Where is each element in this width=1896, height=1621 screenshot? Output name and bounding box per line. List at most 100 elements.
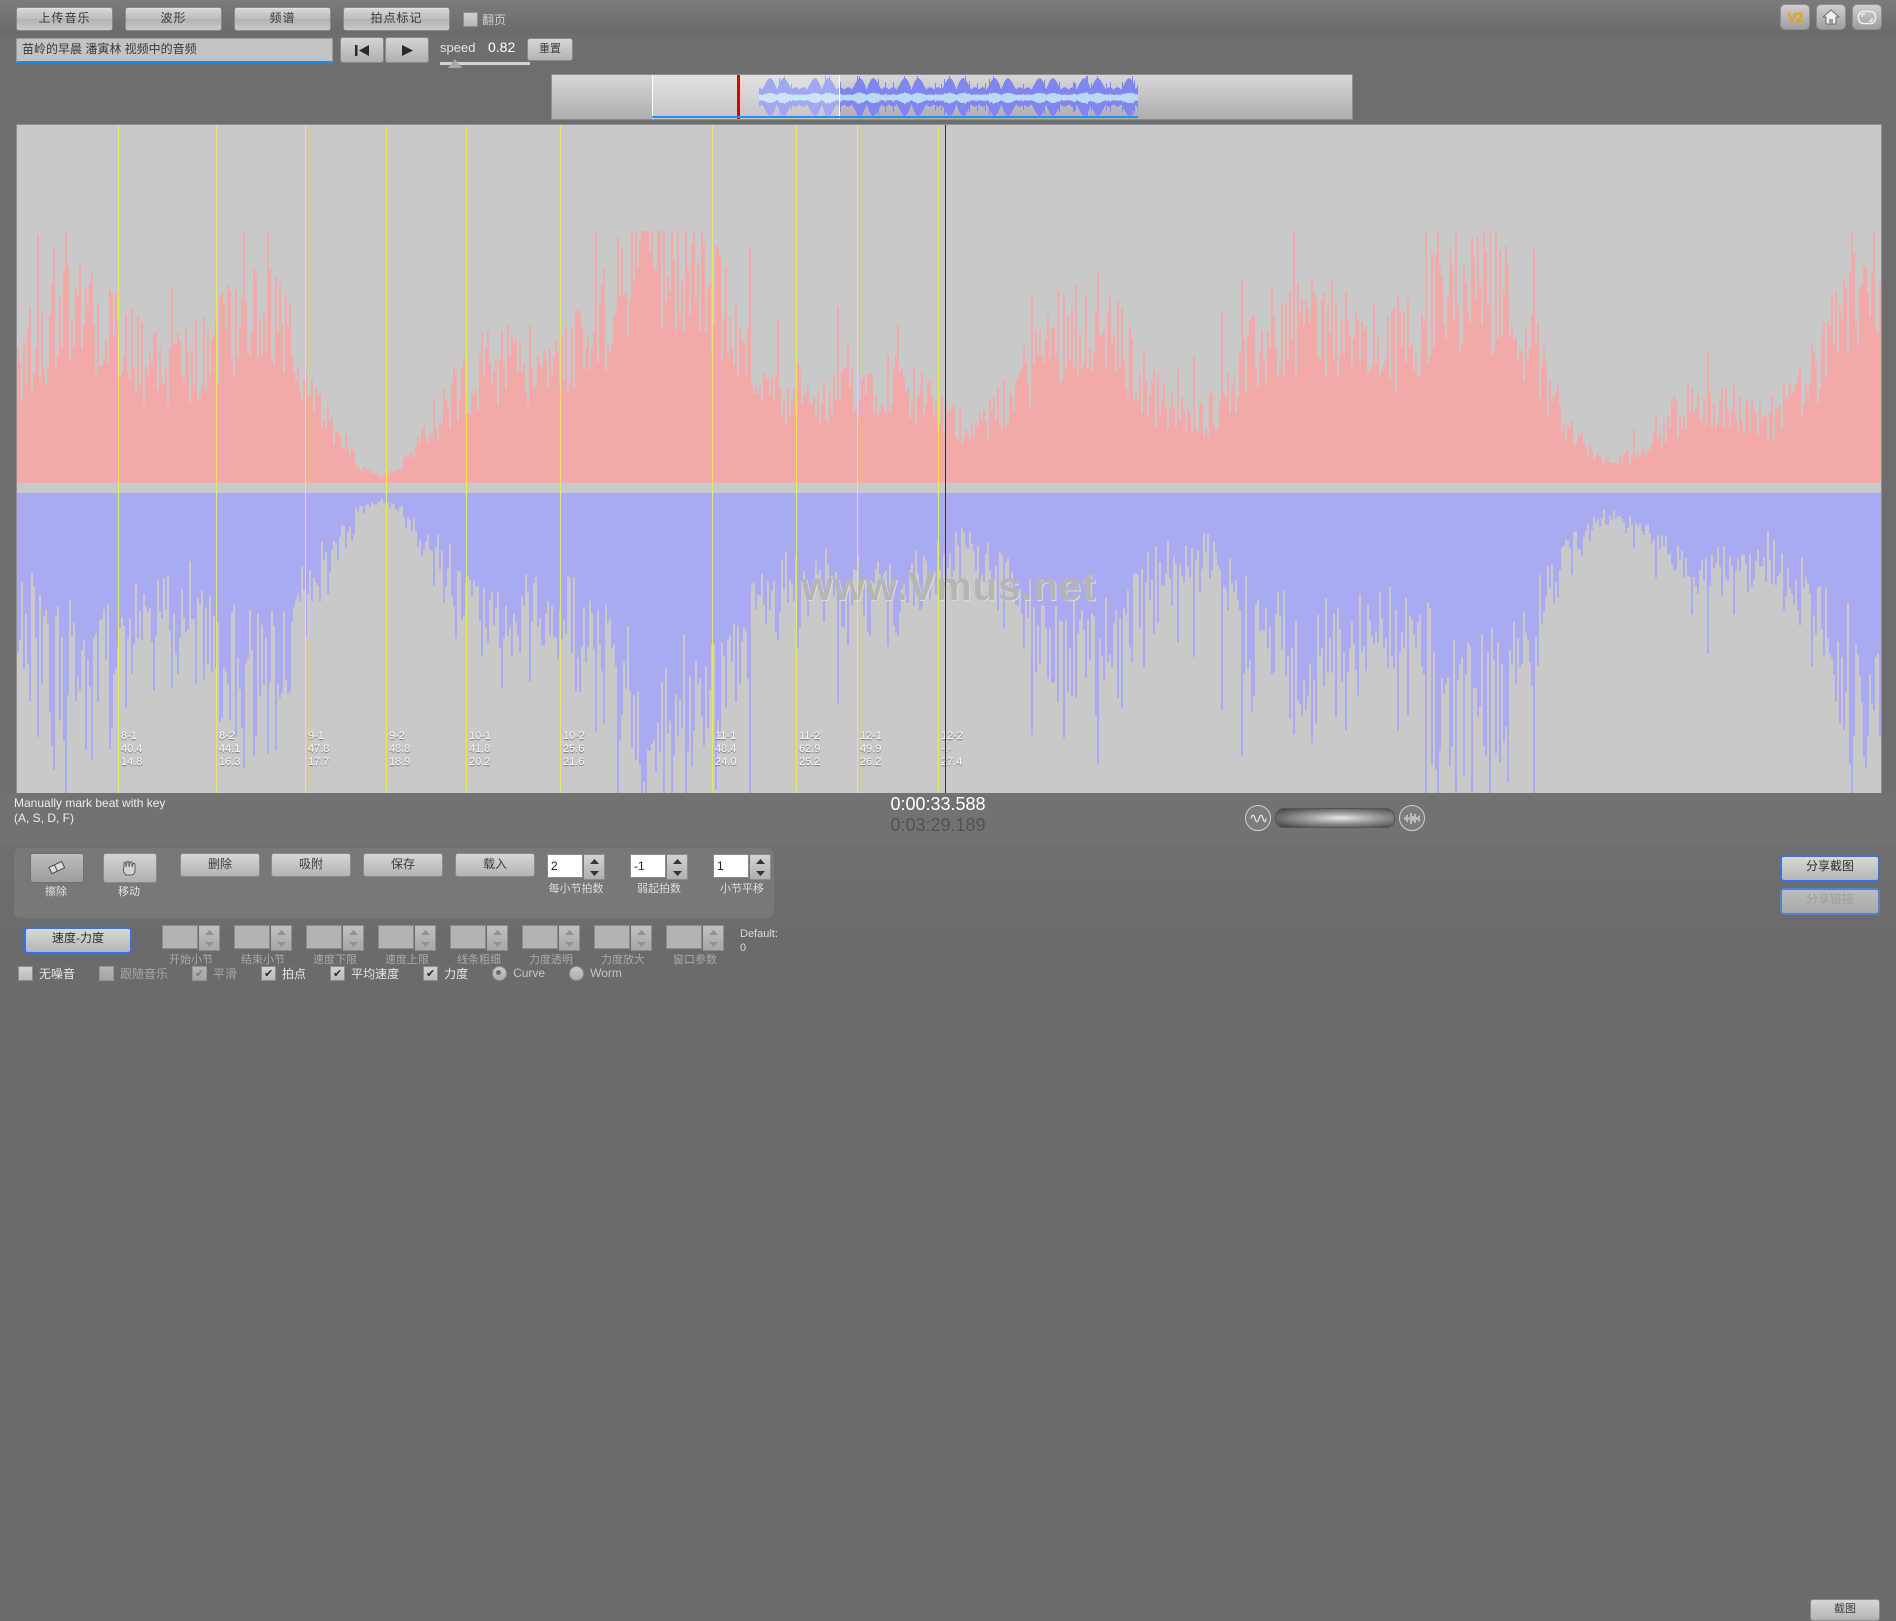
barline-11-1[interactable] (712, 125, 713, 793)
bar-shift-arrows[interactable] (750, 854, 771, 880)
default-value-readout: Default: 0 (740, 927, 778, 955)
smooth-checkbox-label: 平滑 (213, 966, 238, 981)
default-value: 0 (740, 942, 747, 954)
end-bar-up (271, 926, 291, 938)
beats-checkbox[interactable]: ✔ 拍点 (261, 965, 306, 982)
bar-shift-up[interactable] (750, 855, 770, 867)
window-param-label: 窗口参数 (673, 954, 717, 966)
tab-waveform[interactable]: 波形 (125, 7, 222, 31)
pickup-beats-up[interactable] (667, 855, 687, 867)
home-icon[interactable] (1816, 4, 1846, 30)
default-label: Default: (740, 928, 778, 940)
barline-12-2[interactable] (938, 125, 939, 793)
no-noise-checkbox-box[interactable] (18, 965, 33, 981)
line-width-value (450, 925, 486, 949)
barline-9-1[interactable] (305, 125, 306, 793)
eraser-tool-label: 擦除 (45, 886, 67, 898)
skip-back-icon[interactable] (340, 37, 384, 63)
tab-upload-music[interactable]: 上传音乐 (16, 7, 113, 31)
reset-button[interactable]: 重置 (527, 38, 573, 61)
tab-spectrum[interactable]: 频谱 (234, 7, 331, 31)
bar-shift-value[interactable]: 1 (713, 854, 749, 878)
end-bar-arrows (271, 925, 292, 951)
page-turn-checkbox[interactable] (463, 12, 478, 27)
window-param-stepper: 窗口参数 (666, 925, 724, 966)
pickup-beats-arrows[interactable] (667, 854, 688, 880)
pickup-beats-down[interactable] (667, 867, 687, 879)
barline-11-2[interactable] (796, 125, 797, 793)
worm-radio-circle[interactable] (569, 965, 585, 981)
waveform-fine-icon[interactable] (1399, 805, 1425, 831)
barline-8-2[interactable] (216, 125, 217, 793)
beats-per-bar-down[interactable] (584, 867, 604, 879)
overview-selection[interactable] (652, 75, 840, 119)
beats-checkbox-box[interactable]: ✔ (261, 965, 277, 981)
barline-10-1[interactable] (466, 125, 467, 793)
share-snapshot-button[interactable]: 分享截图 (1780, 855, 1880, 882)
line-width-arrows (487, 925, 508, 951)
barline-10-2[interactable] (560, 125, 561, 793)
window-param-up (703, 926, 723, 938)
delete-button[interactable]: 删除 (180, 853, 260, 877)
end-bar-stepper: 结束小节 (234, 925, 292, 966)
overview-waveform[interactable] (551, 74, 1353, 120)
dyn-opacity-arrows (559, 925, 580, 951)
tempo-min-down (343, 938, 363, 950)
overview-playhead[interactable] (737, 75, 740, 119)
beats-per-bar-value[interactable]: 2 (547, 854, 583, 878)
playhead[interactable] (945, 125, 946, 793)
waveform-coarse-icon[interactable] (1245, 805, 1271, 831)
curve-radio[interactable]: Curve (492, 965, 545, 981)
move-tool-button[interactable] (103, 853, 157, 883)
avg-tempo-checkbox[interactable]: ✔ 平均速度 (330, 965, 399, 982)
speed-slider-handle[interactable] (448, 59, 462, 68)
worm-radio[interactable]: Worm (569, 965, 622, 981)
hint-line-1: Manually mark beat with key (14, 796, 166, 810)
fullscreen-icon[interactable] (1852, 4, 1882, 30)
no-noise-checkbox[interactable]: 无噪音 (18, 965, 75, 982)
snapshot-button[interactable]: 截图 (1810, 1599, 1880, 1621)
beat-label-9-2: 9-2 48.8 18.9 (389, 730, 410, 769)
zoom-slider-track[interactable] (1275, 808, 1395, 828)
track-title-input[interactable]: 苗岭的早晨 潘寅林 视频中的音频 (16, 38, 333, 63)
beats-per-bar-arrows[interactable] (584, 854, 605, 880)
dynamics-checkbox[interactable]: ✔ 力度 (423, 965, 468, 982)
beat-id: 11-1 (715, 730, 737, 742)
avg-tempo-checkbox-box[interactable]: ✔ (330, 965, 346, 981)
barline-12-1[interactable] (857, 125, 858, 793)
beat-dynamics: 44.1 (219, 743, 241, 755)
beats-per-bar-stepper[interactable]: 2 每小节拍数 (547, 854, 605, 895)
dynamics-checkbox-box[interactable]: ✔ (423, 965, 439, 981)
beat-label-8-1: 8-1 40.4 14.8 (121, 730, 142, 769)
tempo-min-up (343, 926, 363, 938)
tempo-min-arrows (343, 925, 364, 951)
zoom-slider[interactable] (1245, 805, 1425, 831)
beat-time: 17.7 (308, 756, 330, 768)
tempo-dynamics-button[interactable]: 速度-力度 (24, 927, 132, 954)
pickup-beats-stepper[interactable]: -1 弱起拍数 (630, 854, 688, 895)
beats-checkbox-label: 拍点 (282, 966, 307, 981)
bar-shift-stepper[interactable]: 1 小节平移 (713, 854, 771, 895)
load-button[interactable]: 载入 (455, 853, 535, 877)
snap-button[interactable]: 吸附 (271, 853, 351, 877)
tab-beat-marks[interactable]: 拍点标记 (343, 7, 450, 31)
play-icon[interactable] (385, 37, 429, 63)
eraser-tool-button[interactable] (30, 853, 84, 883)
beats-per-bar-up[interactable] (584, 855, 604, 867)
beat-id: 8-1 (121, 730, 137, 742)
barline-9-2[interactable] (386, 125, 387, 793)
pickup-beats-label: 弱起拍数 (637, 883, 681, 895)
line-width-stepper: 线条粗细 (450, 925, 508, 966)
bar-shift-down[interactable] (750, 867, 770, 879)
version-badge-button[interactable]: V2 (1780, 4, 1810, 30)
hand-icon (122, 860, 136, 876)
save-button[interactable]: 保存 (363, 853, 443, 877)
beat-label-11-1: 11-1 48.4 24.0 (715, 730, 736, 769)
dyn-opacity-value (522, 925, 558, 949)
curve-radio-circle[interactable] (492, 965, 508, 981)
no-noise-checkbox-label: 无噪音 (39, 966, 76, 981)
beat-time: 18.9 (389, 756, 411, 768)
main-waveform-panel[interactable]: www.Vmus.net 8-1 40.4 14.8 8-2 44.1 16.3 9-1 47… (16, 124, 1882, 794)
pickup-beats-value[interactable]: -1 (630, 854, 666, 878)
barline-8-1[interactable] (118, 125, 119, 793)
